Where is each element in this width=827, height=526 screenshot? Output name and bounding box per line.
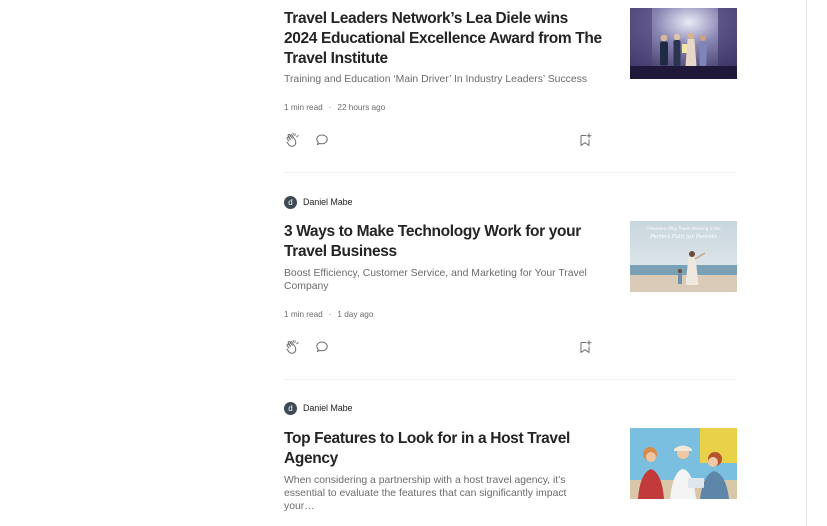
author-row[interactable]: d Daniel Mabe [284,401,353,415]
meta-separator: · [328,102,332,112]
meta-separator: · [328,309,332,319]
article-thumbnail[interactable] [630,8,737,79]
clap-button[interactable] [284,132,300,148]
bookmark-add-icon [580,340,592,353]
posted-time: 22 hours ago [337,102,386,112]
clap-icon [286,132,299,147]
divider [284,172,737,173]
save-button[interactable] [577,339,593,355]
article-thumbnail[interactable]: 3 Reasons Why Travel Advising is the Per… [630,221,737,292]
author-name[interactable]: Daniel Mabe [303,197,353,207]
article-title[interactable]: Top Features to Look for in a Host Trave… [284,429,604,469]
clap-icon [286,339,299,354]
article-subtitle[interactable]: Training and Education ‘Main Driver’ In … [284,73,602,86]
article-meta: 1 min read · 22 hours ago [284,101,385,113]
article-subtitle[interactable]: Boost Efficiency, Customer Service, and … [284,267,602,293]
response-button[interactable] [314,132,330,148]
save-button[interactable] [577,132,593,148]
article-subtitle[interactable]: When considering a partnership with a ho… [284,474,584,514]
read-time: 1 min read [284,102,323,112]
article-thumbnail[interactable] [630,428,737,499]
article-title[interactable]: 3 Ways to Make Technology Work for your … [284,222,604,262]
thumbnail-caption: 3 Reasons Why Travel Advising is the [646,226,721,231]
response-bubble-icon [316,341,328,353]
article-title[interactable]: Travel Leaders Network’s Lea Diele wins … [284,9,604,69]
author-row[interactable]: d Daniel Mabe [284,195,353,209]
bookmark-add-icon [580,133,592,146]
avatar[interactable]: d [284,401,297,415]
read-time: 1 min read [284,309,323,319]
posted-time: 1 day ago [337,309,374,319]
clap-button[interactable] [284,339,300,355]
thumbnail-caption-script: Perfect Path for Parents [649,234,717,240]
article-meta: 1 min read · 1 day ago [284,308,373,320]
divider [284,379,737,380]
scrollbar[interactable] [806,0,807,526]
response-bubble-icon [316,134,328,146]
response-button[interactable] [314,339,330,355]
author-name[interactable]: Daniel Mabe [303,403,353,413]
avatar[interactable]: d [284,195,297,209]
